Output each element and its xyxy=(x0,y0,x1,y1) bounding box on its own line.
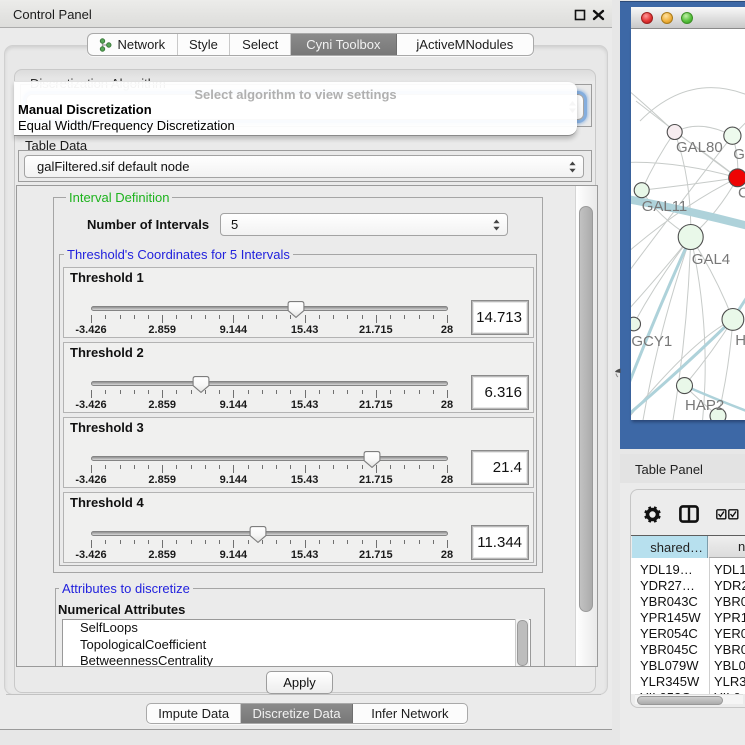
svg-text:GCY1: GCY1 xyxy=(631,333,672,350)
svg-text:GAL4: GAL4 xyxy=(692,251,730,268)
svg-text:C: C xyxy=(738,185,745,202)
svg-text:H: H xyxy=(735,332,745,349)
svg-text:GAL80: GAL80 xyxy=(676,139,723,156)
svg-text:GA: GA xyxy=(733,146,745,163)
svg-text:HAP2: HAP2 xyxy=(685,397,724,414)
svg-text:GAL11: GAL11 xyxy=(642,198,688,215)
